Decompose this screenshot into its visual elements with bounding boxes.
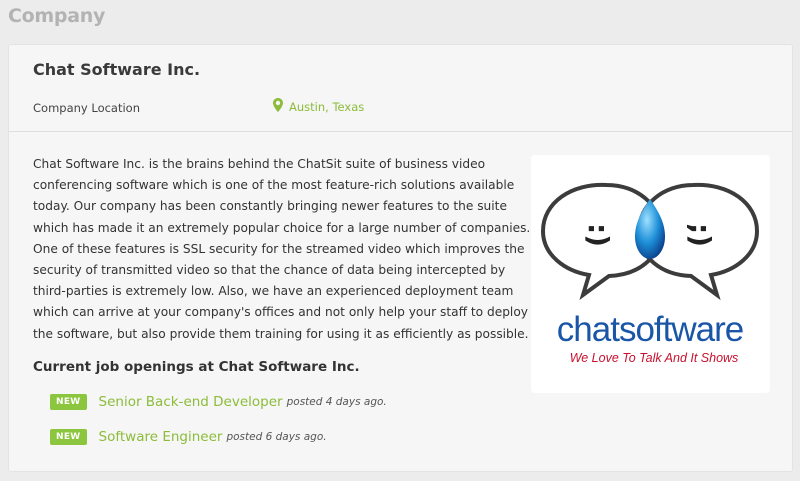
job-openings-title: Current job openings at Chat Software In…	[33, 359, 360, 375]
right-face: ;)	[684, 223, 717, 247]
new-badge: NEW	[50, 394, 87, 410]
company-card: Chat Software Inc. Company Location Aust…	[8, 44, 793, 472]
job-title-link[interactable]: Software Engineer	[99, 429, 223, 445]
left-face: :)	[582, 223, 615, 247]
company-location-label: Company Location	[33, 101, 141, 115]
map-pin-icon	[273, 98, 283, 115]
job-posted-date: posted 6 days ago.	[226, 431, 327, 443]
company-location-value[interactable]: Austin, Texas	[289, 100, 364, 114]
new-badge: NEW	[50, 429, 87, 445]
logo-tagline: We Love To Talk And It Shows	[570, 351, 739, 365]
logo-word-chat: chat	[557, 310, 620, 349]
job-posted-date: posted 4 days ago.	[286, 396, 387, 408]
job-title-link[interactable]: Senior Back-end Developer	[99, 394, 283, 410]
company-logo: :) ;) chatsoftware We Love To Talk And I…	[531, 155, 770, 393]
company-location[interactable]: Austin, Texas	[273, 98, 364, 115]
svg-text:chatsoftware: chatsoftware	[557, 310, 743, 349]
company-name: Chat Software Inc.	[33, 60, 201, 79]
divider	[9, 131, 792, 132]
company-description: Chat Software Inc. is the brains behind …	[33, 157, 531, 341]
section-title: Company	[8, 5, 106, 27]
job-item: NEW Senior Back-end Developer posted 4 d…	[50, 394, 387, 410]
logo-word-software: software	[619, 310, 743, 349]
job-item: NEW Software Engineer posted 6 days ago.	[50, 429, 327, 445]
